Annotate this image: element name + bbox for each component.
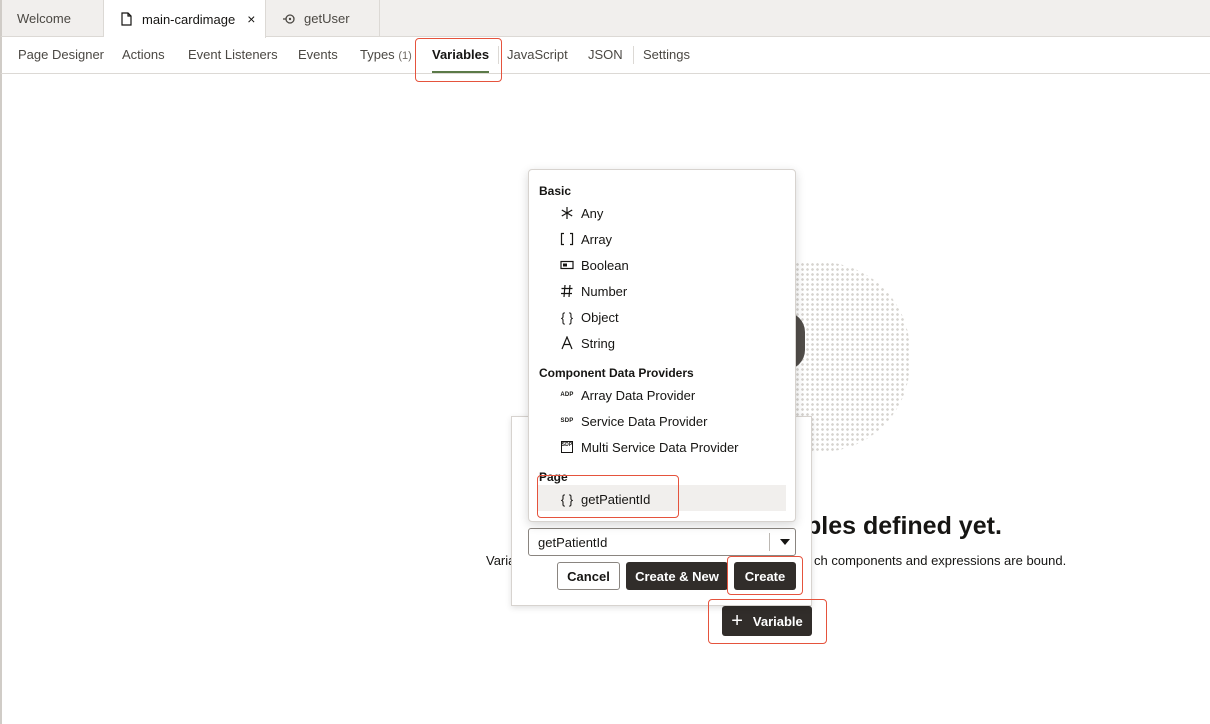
option-label: getPatientId (581, 491, 651, 507)
editor-tab-bar: Welcome main-cardimage × getUser (0, 0, 1210, 38)
option-label: Any (581, 205, 604, 221)
braces-icon: { } (560, 309, 574, 325)
subnav-types[interactable]: Types (1) (360, 37, 412, 73)
option-label: Array (581, 231, 613, 247)
close-tab-icon[interactable]: × (247, 11, 255, 27)
dropdown-option-any[interactable]: Any (557, 203, 603, 223)
combobox-divider (769, 533, 770, 551)
add-variable-label: Variable (752, 613, 803, 629)
editor-tab-getuser[interactable]: getUser (266, 0, 380, 37)
multi-service-data-provider-icon: SDP (561, 441, 573, 453)
dropdown-option-string[interactable]: String (557, 333, 615, 353)
designer-subnav: Page Designer Actions Event Listeners Ev… (0, 37, 1210, 74)
variable-type-combobox[interactable] (528, 528, 796, 556)
dropdown-option-number[interactable]: Number (557, 281, 627, 301)
subnav-page-designer[interactable]: Page Designer (18, 37, 104, 73)
option-label: Number (581, 283, 628, 299)
boolean-icon (557, 258, 577, 272)
subnav-json[interactable]: JSON (588, 37, 623, 73)
editor-tab-label: getUser (304, 11, 350, 26)
hash-icon (557, 284, 577, 298)
dropdown-option-array[interactable]: Array (557, 229, 612, 249)
dropdown-option-array-data-provider[interactable]: ADP Array Data Provider (557, 385, 695, 405)
brackets-icon (557, 232, 577, 246)
subnav-actions[interactable]: Actions (122, 37, 165, 73)
dropdown-option-object[interactable]: { } Object (557, 307, 619, 327)
dropdown-option-multi-service-data-provider[interactable]: SDP Multi Service Data Provider (557, 437, 739, 457)
types-count-badge: (1) (398, 50, 412, 62)
subnav-divider (498, 46, 499, 64)
subnav-events[interactable]: Events (298, 37, 338, 73)
variable-type-input[interactable] (529, 529, 767, 555)
editor-tab-welcome[interactable]: Welcome (2, 0, 104, 37)
dropdown-option-boolean[interactable]: Boolean (557, 255, 629, 275)
chevron-down-icon[interactable] (775, 529, 795, 555)
subnav-event-listeners[interactable]: Event Listeners (188, 37, 278, 73)
braces-icon: { } (560, 491, 574, 507)
empty-state-description-end: ch components and expressions are bound. (814, 553, 1067, 568)
page-file-icon (120, 12, 134, 26)
cancel-button[interactable]: Cancel (557, 562, 620, 590)
option-label: Array Data Provider (581, 387, 696, 403)
add-variable-button[interactable]: + Variable (722, 606, 812, 636)
editor-tab-main-cardimage[interactable]: main-cardimage × (104, 0, 266, 38)
editor-tab-label: main-cardimage (142, 11, 236, 27)
action-chain-icon (282, 12, 296, 26)
option-label: Multi Service Data Provider (581, 439, 739, 455)
subnav-divider (633, 46, 634, 64)
variable-type-dropdown: Basic Any Array Boolean Number { } Objec… (528, 169, 796, 522)
option-label: Boolean (581, 257, 629, 273)
dropdown-option-getpatientid[interactable]: { } getPatientId (557, 489, 651, 509)
dropdown-option-service-data-provider[interactable]: SDP Service Data Provider (557, 411, 708, 431)
plus-icon: + (731, 610, 743, 632)
subnav-settings[interactable]: Settings (643, 37, 690, 73)
option-label: Service Data Provider (581, 413, 708, 429)
subnav-variables[interactable]: Variables (432, 37, 490, 73)
string-icon (557, 336, 577, 350)
empty-state-title: bles defined yet. (806, 512, 1002, 540)
option-label: String (581, 335, 615, 351)
group-header-component-data-providers: Component Data Providers (539, 366, 694, 380)
subnav-javascript[interactable]: JavaScript (507, 37, 568, 73)
service-data-provider-icon: SDP (560, 418, 574, 424)
editor-tab-label: Welcome (17, 11, 71, 26)
asterisk-icon (557, 206, 577, 220)
array-data-provider-icon: ADP (560, 392, 574, 398)
create-and-new-button[interactable]: Create & New (626, 562, 728, 590)
option-label: Object (581, 309, 619, 325)
create-button[interactable]: Create (734, 562, 796, 590)
group-header-basic: Basic (539, 184, 572, 198)
group-header-page: Page (539, 470, 568, 484)
subnav-types-label: Types (360, 47, 395, 62)
